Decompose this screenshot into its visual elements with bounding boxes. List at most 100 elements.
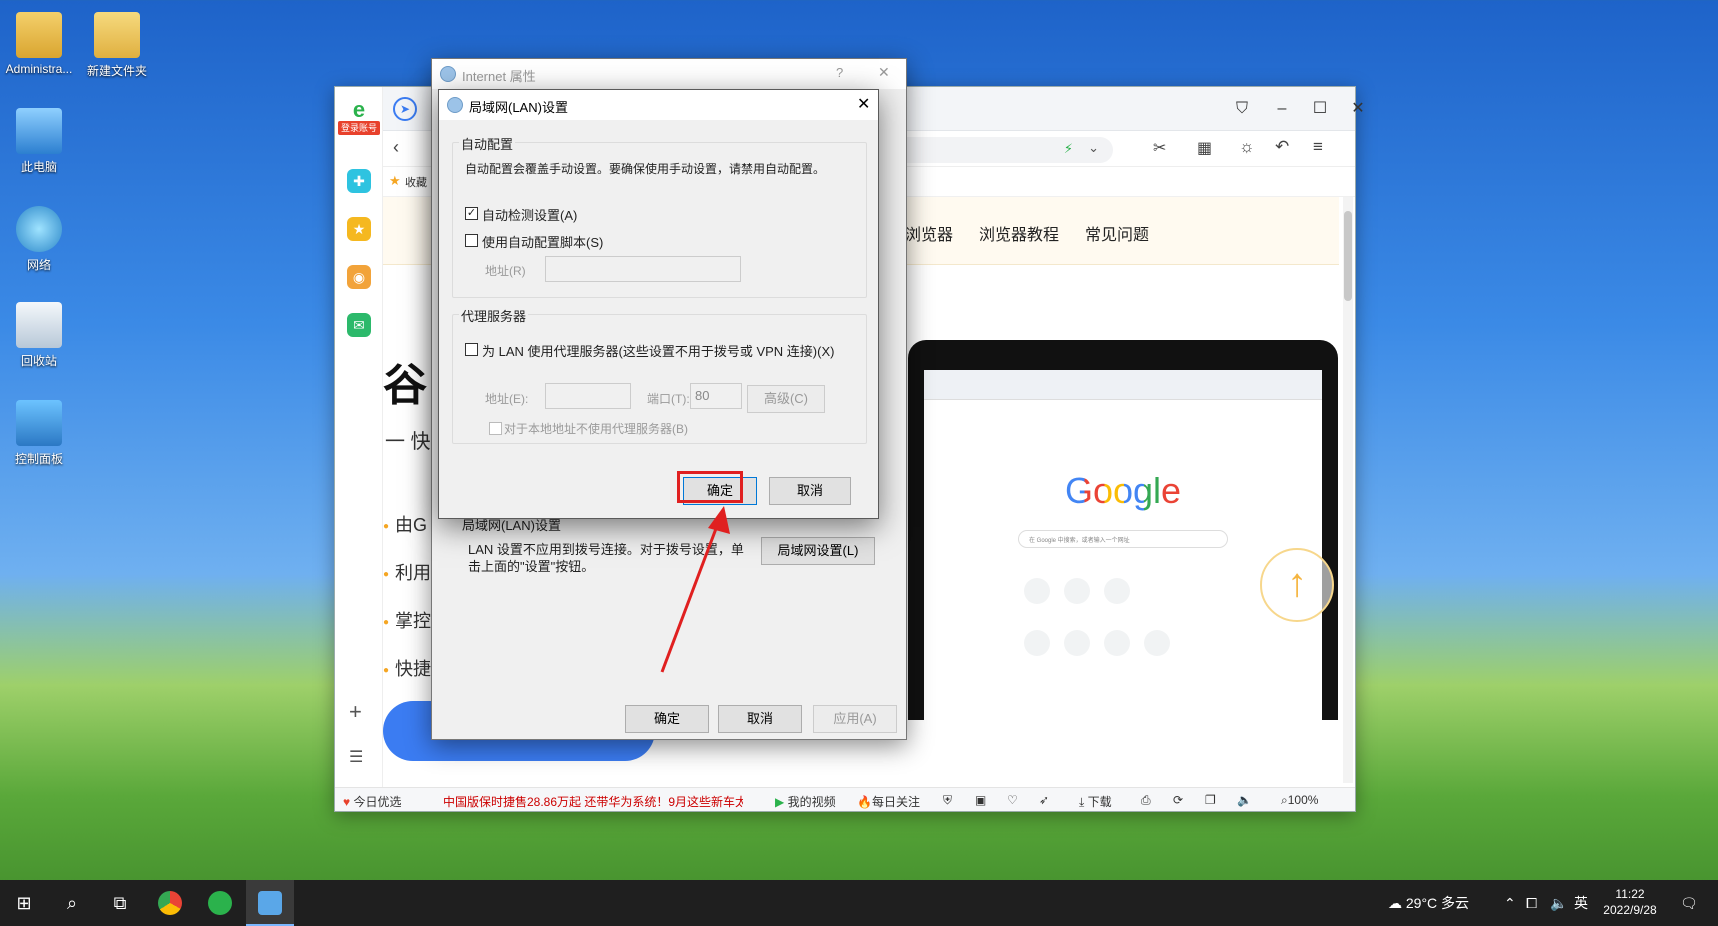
use-proxy-checkbox[interactable] bbox=[465, 343, 478, 356]
annotation-arrow bbox=[660, 506, 730, 673]
bypass-local-checkbox[interactable] bbox=[489, 422, 502, 435]
back-to-top-icon[interactable]: ↑ bbox=[1260, 548, 1334, 622]
scissors-icon[interactable]: ✂ bbox=[1153, 138, 1166, 158]
lightning-icon[interactable]: ⚡ bbox=[1064, 141, 1073, 157]
chrome-taskbar-icon[interactable] bbox=[146, 880, 194, 926]
video-icon: ▶ bbox=[775, 795, 785, 809]
flame-icon: 🔥 bbox=[857, 795, 872, 809]
mini-browser-chrome bbox=[924, 370, 1322, 400]
help-button[interactable]: ? bbox=[836, 65, 843, 80]
add-icon[interactable]: + bbox=[349, 699, 362, 725]
close-icon[interactable]: ✕ bbox=[878, 64, 890, 81]
cancel-button[interactable]: 取消 bbox=[718, 705, 802, 733]
bypass-local-label[interactable]: 对于本地地址不使用代理服务器(B) bbox=[504, 420, 688, 437]
bookmark-label[interactable]: 收藏 bbox=[405, 174, 427, 190]
advanced-button[interactable]: 高级(C) bbox=[747, 385, 825, 413]
volume-icon[interactable]: 🔈 bbox=[1550, 880, 1567, 926]
desktop-icon-recycle-bin[interactable]: 回收站 bbox=[0, 302, 84, 369]
use-proxy-label[interactable]: 为 LAN 使用代理服务器(这些设置不用于拨号或 VPN 连接)(X) bbox=[482, 341, 834, 360]
scrollbar[interactable] bbox=[1343, 197, 1353, 783]
internet-options-taskbar-icon[interactable] bbox=[246, 880, 294, 926]
network-icon bbox=[16, 206, 62, 252]
browser-taskbar-icon[interactable] bbox=[196, 880, 244, 926]
ime-indicator[interactable]: 英 bbox=[1574, 880, 1588, 926]
news-ticker[interactable]: 中国版保时捷售28.86万起 还带华为系统！9月这些新车太猛 bbox=[443, 793, 743, 810]
user-folder-icon bbox=[16, 12, 62, 58]
proxy-address-input[interactable] bbox=[545, 383, 631, 409]
rocket-icon[interactable]: ➶ bbox=[1039, 793, 1049, 807]
desktop-icon-new-folder[interactable]: 新建文件夹 bbox=[72, 12, 162, 79]
favorites-star-icon[interactable]: ★ bbox=[347, 217, 371, 241]
lan-cancel-button[interactable]: 取消 bbox=[769, 477, 851, 505]
download-link[interactable]: ⤓ 下载 bbox=[1079, 793, 1112, 810]
browser-statusbar: ♥ 今日优选 中国版保时捷售28.86万起 还带华为系统！9月这些新车太猛 ▶ … bbox=[335, 787, 1355, 811]
image-icon[interactable]: ▣ bbox=[975, 793, 986, 807]
close-window-button[interactable]: ✕ bbox=[1345, 97, 1371, 121]
start-windows-icon[interactable]: ⊞ bbox=[0, 880, 48, 926]
health-icon[interactable]: ♡ bbox=[1007, 793, 1018, 807]
auto-detect-checkbox[interactable]: ✓ bbox=[465, 207, 478, 220]
auto-detect-label[interactable]: 自动检测设置(A) bbox=[482, 205, 577, 224]
menu-icon[interactable]: ≡ bbox=[1313, 137, 1323, 157]
shortcut-tile bbox=[1064, 630, 1090, 656]
undo-icon[interactable]: ↶ bbox=[1275, 137, 1289, 157]
weather-widget[interactable]: ☁ 29°C 多云 bbox=[1388, 880, 1469, 926]
feature-bullet: 由G bbox=[383, 511, 427, 537]
apply-button[interactable]: 应用(A) bbox=[813, 705, 897, 733]
refresh-icon[interactable]: ⟳ bbox=[1173, 793, 1183, 807]
heart-icon: ♥ bbox=[343, 795, 351, 809]
close-icon[interactable]: ✕ bbox=[857, 94, 870, 114]
window-icon[interactable]: ❐ bbox=[1205, 793, 1216, 807]
script-address-input[interactable] bbox=[545, 256, 741, 282]
browser-logo-icon[interactable]: e bbox=[343, 97, 375, 122]
desktop-icon-label: Administra... bbox=[5, 62, 73, 76]
shield-icon[interactable]: ⛨ bbox=[943, 793, 952, 808]
skin-icon[interactable]: ⛉ bbox=[1229, 97, 1255, 121]
nav-link-faq[interactable]: 常见问题 bbox=[1085, 221, 1149, 245]
daily-focus-link[interactable]: 🔥每日关注 bbox=[857, 793, 920, 810]
shortcut-tile bbox=[1024, 578, 1050, 604]
ok-button[interactable]: 确定 bbox=[625, 705, 709, 733]
desktop-icon-label: 控制面板 bbox=[14, 452, 63, 466]
login-badge[interactable]: 登录账号 bbox=[338, 121, 380, 135]
clock[interactable]: 11:22 2022/9/28 bbox=[1598, 886, 1662, 918]
weibo-icon[interactable]: ◉ bbox=[347, 265, 371, 289]
desktop-icon-network[interactable]: 网络 bbox=[0, 206, 84, 273]
port-input[interactable]: 80 bbox=[690, 383, 742, 409]
print-icon[interactable]: ⎙ bbox=[1141, 793, 1151, 808]
maximize-button[interactable]: ☐ bbox=[1307, 97, 1333, 121]
navigate-icon[interactable]: ➤ bbox=[393, 97, 417, 121]
my-video-link[interactable]: ▶ 我的视频 bbox=[775, 793, 836, 810]
menu-list-icon[interactable]: ☰ bbox=[349, 747, 363, 767]
desktop-icon-control-panel[interactable]: 控制面板 bbox=[0, 400, 84, 467]
nav-link-tutorial[interactable]: 浏览器教程 bbox=[979, 221, 1059, 245]
sound-icon[interactable]: 🔈 bbox=[1237, 793, 1252, 807]
bookmark-star-icon[interactable]: ★ bbox=[389, 173, 401, 189]
auto-config-description: 自动配置会覆盖手动设置。要确保使用手动设置，请禁用自动配置。 bbox=[465, 162, 826, 176]
task-view-icon[interactable]: ⧉ bbox=[96, 880, 144, 926]
scrollbar-thumb[interactable] bbox=[1344, 211, 1352, 301]
back-icon[interactable]: ‹ bbox=[393, 137, 399, 158]
auto-config-label: 自动配置 bbox=[459, 134, 516, 153]
today-pick-link[interactable]: ♥ 今日优选 bbox=[343, 793, 401, 810]
plugin-icon[interactable]: ✚ bbox=[347, 169, 371, 193]
auto-script-checkbox[interactable] bbox=[465, 234, 478, 247]
chevron-down-icon[interactable]: ⌄ bbox=[1088, 140, 1099, 156]
desktop-icon-this-pc[interactable]: 此电脑 bbox=[0, 108, 84, 175]
proxy-group-label: 代理服务器 bbox=[459, 306, 529, 325]
recycle-bin-icon bbox=[16, 302, 62, 348]
brightness-icon[interactable]: ☼ bbox=[1239, 137, 1255, 157]
notification-icon[interactable]: 🗨 bbox=[1680, 880, 1698, 926]
tray-chevron-icon[interactable]: ⌃ bbox=[1504, 880, 1516, 926]
zoom-level[interactable]: ⌕100% bbox=[1281, 793, 1318, 808]
lan-settings-button[interactable]: 局域网设置(L) bbox=[761, 537, 875, 565]
search-icon[interactable]: ⌕ bbox=[48, 880, 96, 926]
network-tray-icon[interactable]: ⧠ bbox=[1526, 880, 1537, 926]
minimize-button[interactable]: – bbox=[1269, 97, 1295, 121]
feature-bullet: 利用 bbox=[383, 559, 431, 585]
port-label: 端口(T): bbox=[647, 392, 690, 406]
computer-icon bbox=[16, 108, 62, 154]
grid-icon[interactable]: ▦ bbox=[1197, 138, 1212, 158]
auto-script-label[interactable]: 使用自动配置脚本(S) bbox=[482, 232, 603, 251]
mail-icon[interactable]: ✉ bbox=[347, 313, 371, 337]
